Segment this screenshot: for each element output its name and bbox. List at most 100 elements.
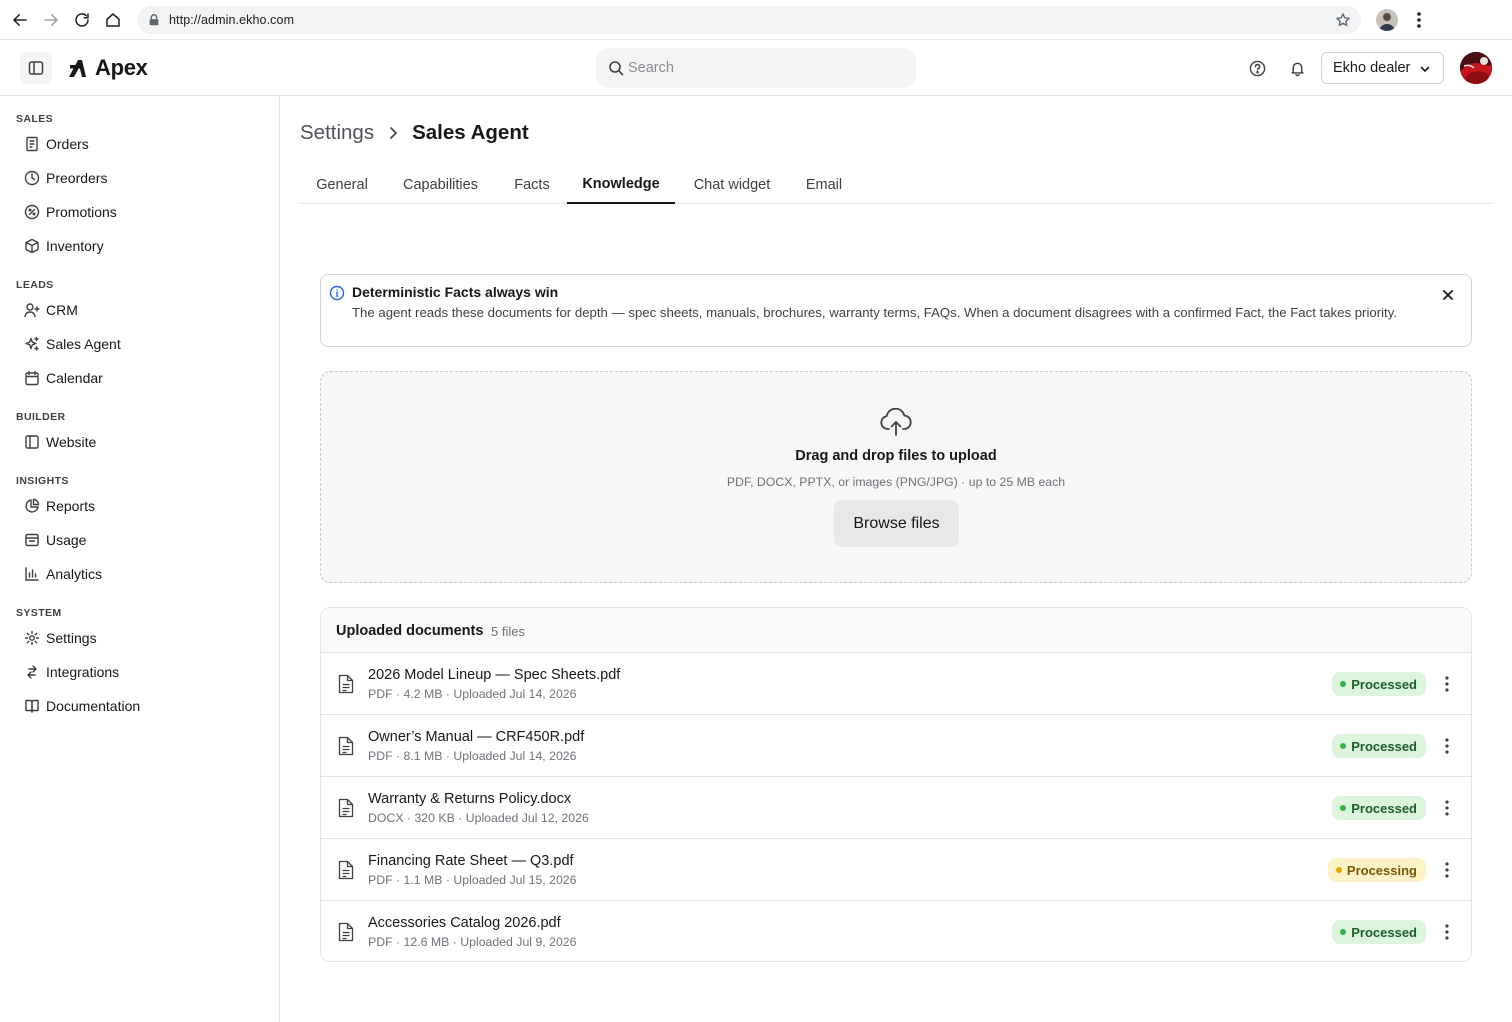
reload-icon[interactable] — [72, 10, 92, 30]
sidebar-item-label: Website — [46, 434, 97, 450]
dealer-selector[interactable]: Ekho dealer — [1321, 52, 1444, 84]
status-dot — [1340, 743, 1347, 749]
document-meta: PDF · 8.1 MB · Uploaded Jul 14, 2026 — [368, 749, 577, 763]
browser-profile-avatar[interactable] — [1376, 9, 1398, 31]
promotion-icon — [24, 204, 40, 220]
status-badge: Processed — [1332, 672, 1426, 696]
document-row[interactable]: Financing Rate Sheet — Q3.pdf PDF · 1.1 … — [321, 839, 1471, 901]
forward-icon[interactable] — [41, 10, 61, 30]
sidebar-item-calendar[interactable]: Calendar — [20, 365, 260, 391]
status-badge: Processed — [1332, 796, 1426, 820]
layout-icon — [25, 435, 39, 449]
lock-icon — [149, 14, 159, 26]
status-badge: Processing — [1327, 858, 1426, 882]
more-options-icon[interactable] — [1439, 922, 1455, 942]
app-logo[interactable]: Apex — [67, 55, 148, 81]
global-search[interactable] — [596, 48, 916, 88]
chevron-down-icon — [1420, 66, 1430, 73]
calendar-icon — [25, 370, 39, 386]
document-row[interactable]: Accessories Catalog 2026.pdf PDF · 12.6 … — [321, 901, 1471, 961]
browse-files-button[interactable]: Browse files — [834, 500, 959, 547]
clock-icon — [24, 170, 40, 186]
documents-title: Uploaded documents — [336, 623, 484, 639]
sidebar-item-sales-agent[interactable]: Sales Agent — [20, 331, 260, 357]
document-row[interactable]: Owner’s Manual — CRF450R.pdf PDF · 8.1 M… — [321, 715, 1471, 777]
sidebar-item-website[interactable]: Website — [20, 429, 260, 455]
documents-header: Uploaded documents 5 files — [321, 608, 1471, 653]
home-icon[interactable] — [103, 10, 123, 30]
search-input[interactable] — [628, 48, 898, 88]
sidebar-section-system: SYSTEM — [16, 607, 62, 619]
bookmark-star-icon[interactable] — [1335, 12, 1351, 28]
apex-logo-icon — [69, 60, 86, 77]
status-label: Processed — [1351, 924, 1417, 940]
gear-icon — [24, 630, 40, 646]
search-icon — [609, 61, 624, 76]
sidebar-section-insights: INSIGHTS — [16, 475, 69, 487]
sidebar-item-preorders[interactable]: Preorders — [20, 165, 260, 191]
breadcrumb-settings-link[interactable]: Settings — [300, 121, 374, 145]
sidebar-item-settings[interactable]: Settings — [20, 625, 260, 651]
more-options-icon[interactable] — [1439, 860, 1455, 880]
document-name: Warranty & Returns Policy.docx — [368, 791, 572, 807]
tab-facts[interactable]: Facts — [503, 166, 561, 204]
more-options-icon[interactable] — [1439, 674, 1455, 694]
document-meta: PDF · 12.6 MB · Uploaded Jul 9, 2026 — [368, 935, 577, 949]
sidebar-toggle-button[interactable] — [20, 52, 52, 84]
sidebar-section-leads: LEADS — [16, 279, 54, 291]
sidebar-item-inventory[interactable]: Inventory — [20, 233, 260, 259]
sidebar-item-label: Integrations — [46, 664, 120, 680]
bell-icon[interactable] — [1287, 58, 1307, 78]
tab-general[interactable]: General — [300, 166, 384, 204]
status-label: Processed — [1351, 676, 1417, 692]
sidebar-item-reports[interactable]: Reports — [20, 493, 260, 519]
status-dot — [1340, 805, 1347, 811]
user-plus-icon — [24, 303, 40, 318]
sidebar-item-orders[interactable]: Orders — [20, 131, 260, 157]
sidebar-item-label: Reports — [46, 498, 96, 514]
sidebar-item-analytics[interactable]: Analytics — [20, 561, 260, 587]
document-row[interactable]: 2026 Model Lineup — Spec Sheets.pdf PDF … — [321, 653, 1471, 715]
close-icon[interactable] — [1441, 288, 1455, 302]
upload-title: Drag and drop files to upload — [795, 448, 997, 464]
upload-subtitle: PDF, DOCX, PPTX, or images (PNG/JPG) · u… — [726, 475, 1066, 489]
info-banner: Deterministic Facts always win The agent… — [320, 274, 1472, 347]
page-title: Sales Agent — [412, 121, 529, 144]
sidebar-item-label: Calendar — [46, 370, 103, 386]
help-icon[interactable] — [1247, 58, 1267, 78]
sidebar-section-builder: BUILDER — [16, 411, 66, 423]
info-icon — [329, 285, 345, 301]
browser-menu-icon[interactable] — [1410, 10, 1428, 30]
sidebar-item-crm[interactable]: CRM — [20, 297, 260, 323]
more-options-icon[interactable] — [1439, 736, 1455, 756]
back-icon[interactable] — [10, 10, 30, 30]
sparkles-icon — [25, 336, 39, 351]
status-badge: Processed — [1332, 734, 1426, 758]
more-options-icon[interactable] — [1439, 798, 1455, 818]
upload-dropzone[interactable]: Drag and drop files to upload PDF, DOCX,… — [320, 371, 1472, 583]
dealer-selector-label: Ekho dealer — [1333, 60, 1411, 76]
sidebar-item-label: CRM — [46, 302, 78, 318]
tab-capabilities[interactable]: Capabilities — [390, 166, 491, 204]
tab-email[interactable]: Email — [795, 166, 853, 204]
cloud-upload-icon — [880, 408, 912, 436]
documents-count: 5 files — [491, 624, 525, 639]
sidebar-item-promotions[interactable]: Promotions — [20, 199, 260, 225]
address-bar[interactable]: http://admin.ekho.com — [137, 6, 1361, 34]
document-icon — [338, 860, 354, 880]
document-icon — [338, 798, 354, 818]
integrations-icon — [27, 665, 37, 679]
document-meta: PDF · 4.2 MB · Uploaded Jul 14, 2026 — [368, 687, 577, 701]
sidebar-item-usage[interactable]: Usage — [20, 527, 260, 553]
sidebar-item-integrations[interactable]: Integrations — [20, 659, 260, 685]
user-avatar[interactable] — [1460, 52, 1492, 84]
sidebar-item-label: Sales Agent — [46, 336, 121, 352]
document-row[interactable]: Warranty & Returns Policy.docx DOCX · 32… — [321, 777, 1471, 839]
browser-toolbar: http://admin.ekho.com — [0, 0, 1512, 40]
document-icon — [338, 674, 354, 694]
tab-knowledge[interactable]: Knowledge — [567, 166, 675, 204]
chevron-right-icon — [378, 123, 408, 143]
tab-chat-widget[interactable]: Chat widget — [681, 166, 783, 204]
status-dot — [1340, 681, 1347, 687]
sidebar-item-documentation[interactable]: Documentation — [20, 693, 260, 719]
